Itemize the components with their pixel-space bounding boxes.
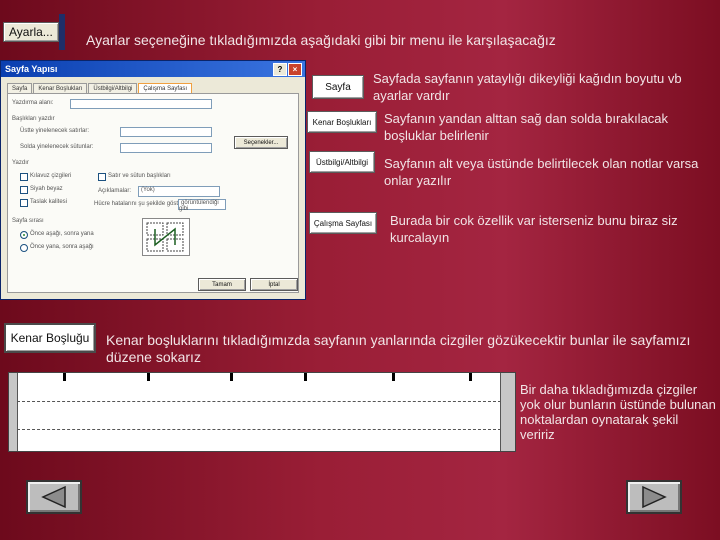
- ayarla-button[interactable]: Ayarla...: [3, 22, 59, 42]
- dialog-title: Sayfa Yapısı: [5, 64, 58, 74]
- margin-line-bottom: [17, 429, 501, 430]
- bw-label: Siyah beyaz: [30, 186, 63, 192]
- ruler-marker-6[interactable]: [469, 373, 472, 381]
- down-then-over-radio[interactable]: [20, 231, 28, 239]
- page-setup-dialog: Sayfa Yapısı ? × Sayfa Kenar Boşlukları …: [0, 60, 306, 300]
- page-order-label: Sayfa sırası: [12, 218, 44, 224]
- grid-checkbox[interactable]: [20, 173, 28, 181]
- ok-button[interactable]: Tamam: [198, 278, 246, 291]
- bw-checkbox[interactable]: [20, 186, 28, 194]
- margin-left-handle[interactable]: [9, 373, 18, 451]
- kenar-bosluklari-desc: Sayfanın yandan alttan sağ dan solda bır…: [384, 111, 669, 143]
- margin-preview: [8, 372, 516, 452]
- comments-label: Açıklamalar:: [98, 188, 132, 194]
- draft-checkbox[interactable]: [20, 199, 28, 207]
- next-button[interactable]: [626, 480, 682, 514]
- rows-repeat-label: Üstte yinelenecek satırlar:: [20, 128, 90, 134]
- rowcol-checkbox[interactable]: [98, 173, 106, 181]
- kenar-bosluklari-button[interactable]: Kenar Boşlukları: [307, 111, 377, 133]
- close-icon[interactable]: ×: [288, 63, 302, 76]
- cols-repeat-label: Solda yinelenecek sütunlar:: [20, 144, 94, 150]
- comments-value: (Yok): [141, 187, 155, 193]
- print-area-label: Yazdırma alanı:: [12, 100, 54, 106]
- errors-select[interactable]: görüntülendiği gibi: [178, 199, 226, 212]
- print-label: Yazdır: [12, 160, 29, 166]
- rows-repeat-input[interactable]: [120, 127, 212, 137]
- triangle-right-icon: [642, 485, 667, 509]
- calisma-sayfasi-button[interactable]: Çalışma Sayfası: [309, 212, 377, 234]
- over-then-down-label: Önce yana, sonra aşağı: [30, 244, 94, 250]
- errors-label: Hücre hatalarını şu şekilde göster:: [94, 201, 186, 207]
- help-icon[interactable]: ?: [273, 63, 287, 76]
- margin-line-top: [17, 401, 501, 402]
- options-button[interactable]: Seçenekler...: [234, 136, 288, 149]
- ruler-marker-4[interactable]: [304, 373, 307, 381]
- ruler-marker-1[interactable]: [63, 373, 66, 381]
- rowcol-label: Satır ve sütun başlıkları: [108, 173, 171, 179]
- dialog-titlebar: Sayfa Yapısı ? ×: [1, 61, 305, 77]
- cancel-button[interactable]: İptal: [250, 278, 298, 291]
- ustbilgi-altbilgi-button[interactable]: Üstbilgi/Altbilgi: [309, 151, 375, 173]
- errors-value: görüntülendiği gibi: [179, 200, 219, 212]
- grid-label: Kılavuz çizgileri: [30, 173, 72, 179]
- ruler-marker-2[interactable]: [147, 373, 150, 381]
- draft-label: Taslak kalitesi: [30, 199, 68, 205]
- sayfa-button[interactable]: Sayfa: [312, 75, 364, 99]
- kenar-boslugu-button[interactable]: Kenar Boşluğu: [4, 323, 96, 353]
- calisma-sayfasi-desc: Burada bir cok özellik var isterseniz bu…: [390, 213, 678, 245]
- kenar-side-note: Bir daha tıkladığımızda çizgiler yok olu…: [520, 382, 716, 442]
- down-then-over-label: Önce aşağı, sonra yana: [30, 231, 94, 237]
- ruler-marker-3[interactable]: [230, 373, 233, 381]
- print-titles-label: Başlıkları yazdır: [12, 116, 55, 122]
- margin-right-handle[interactable]: [500, 373, 515, 451]
- triangle-left-icon: [41, 485, 66, 509]
- sayfa-desc: Sayfada sayfanın yataylığı dikeyliği kağ…: [373, 71, 682, 103]
- intro-text: Ayarlar seçeneğine tıkladığımızda aşağıd…: [86, 32, 556, 48]
- kenar-boslugu-desc: Kenar boşluklarını tıkladığımızda sayfan…: [106, 332, 691, 365]
- page-order-graphic: [146, 222, 184, 252]
- prev-button[interactable]: [26, 480, 82, 514]
- ayarla-button-strip: [59, 14, 65, 50]
- comments-select[interactable]: (Yok): [138, 186, 220, 197]
- ruler-marker-5[interactable]: [392, 373, 395, 381]
- print-area-input[interactable]: [70, 99, 212, 109]
- cols-repeat-input[interactable]: [120, 143, 212, 153]
- ustbilgi-altbilgi-desc: Sayfanın alt veya üstünde belirtilecek o…: [384, 156, 699, 188]
- page-order-preview: [142, 218, 190, 256]
- dialog-panel: Yazdırma alanı: Başlıkları yazdır Üstte …: [7, 93, 299, 293]
- over-then-down-radio[interactable]: [20, 244, 28, 252]
